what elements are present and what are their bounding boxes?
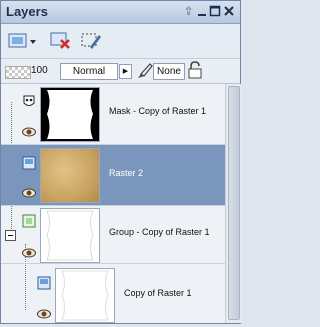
maximize-icon[interactable]: [208, 5, 221, 18]
visibility-eye-icon[interactable]: [22, 124, 36, 137]
layer-name[interactable]: Raster 2: [109, 168, 143, 178]
layer-row[interactable]: Raster 2: [1, 145, 225, 206]
scrollbar-thumb[interactable]: [228, 86, 240, 320]
new-raster-layer-icon: [8, 33, 36, 48]
layers-panel: Layers ⮸ 100 Normal ▶ None Mask - Copy o…: [0, 0, 241, 324]
brush-icon[interactable]: [135, 62, 153, 80]
layer-thumbnail: [40, 148, 100, 203]
layer-thumbnail: [40, 208, 100, 263]
raster-layer-icon: [37, 276, 51, 290]
visibility-eye-icon[interactable]: [22, 185, 36, 198]
new-raster-layer-button[interactable]: [8, 31, 38, 51]
title-bar[interactable]: Layers ⮸: [1, 1, 240, 24]
layer-name[interactable]: Group - Copy of Raster 1: [109, 227, 210, 237]
layer-thumbnail: [55, 268, 115, 323]
pin-icon[interactable]: ⮸: [182, 5, 195, 18]
layer-properties-bar: 100 Normal ▶ None: [1, 59, 240, 84]
delete-layer-button[interactable]: [49, 31, 73, 51]
panel-title: Layers: [6, 4, 48, 19]
close-icon[interactable]: [222, 5, 235, 18]
visibility-eye-icon[interactable]: [37, 306, 51, 319]
edit-selection-button[interactable]: [80, 31, 104, 51]
vertical-scrollbar[interactable]: [225, 84, 241, 323]
blend-mode-select[interactable]: Normal: [60, 63, 118, 80]
opacity-swatch: [5, 66, 31, 79]
opacity-value[interactable]: 100: [31, 65, 48, 76]
layer-row[interactable]: Mask - Copy of Raster 1: [1, 84, 225, 145]
lock-mode-field[interactable]: None: [153, 63, 185, 80]
layer-row[interactable]: Group - Copy of Raster 1: [1, 206, 225, 264]
layer-name[interactable]: Mask - Copy of Raster 1: [109, 106, 206, 116]
raster-layer-icon: [22, 156, 36, 170]
delete-layer-icon: [50, 32, 70, 49]
layer-toolbar: [1, 24, 240, 59]
mask-layer-icon: [22, 95, 36, 109]
visibility-eye-icon[interactable]: [22, 245, 36, 258]
layers-list: Mask - Copy of Raster 1 Raster 2 Group -…: [1, 84, 225, 323]
layer-name[interactable]: Copy of Raster 1: [124, 288, 192, 298]
edit-selection-icon: [81, 33, 101, 49]
layer-thumbnail: [40, 87, 100, 142]
group-layer-icon: [22, 214, 36, 228]
layer-row[interactable]: Copy of Raster 1: [1, 264, 225, 323]
collapse-group-toggle[interactable]: [5, 228, 16, 241]
minimize-icon[interactable]: [195, 5, 208, 18]
lock-icon[interactable]: [187, 61, 203, 79]
blend-mode-dropdown-arrow[interactable]: ▶: [119, 64, 132, 79]
